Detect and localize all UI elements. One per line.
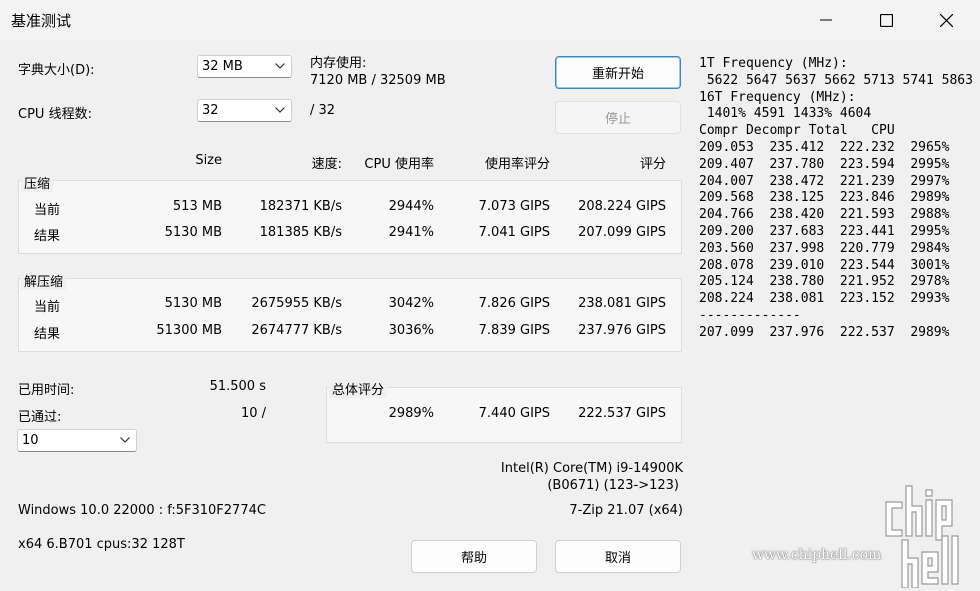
log-line: 209.407 237.780 223.594 2995% <box>699 156 950 172</box>
row-label: 当前 <box>34 300 61 315</box>
cell-speed: 182371 KB/s <box>259 199 342 214</box>
os-info: Windows 10.0 22000 : f:5F310F2774C <box>18 503 266 518</box>
arch-info: x64 6.B701 cpus:32 128T <box>18 537 185 552</box>
benchmark-log: 1T Frequency (MHz): 5622 5647 5637 5662 … <box>699 56 973 342</box>
passed-value: 10 / <box>240 406 266 421</box>
cell-size: 5130 MB <box>164 296 222 311</box>
cell-usage-rating: 7.826 GIPS <box>478 296 550 311</box>
passes-select[interactable]: 10 <box>17 429 137 452</box>
watermark-text: www.chiphell.com <box>752 547 882 563</box>
threads-label: CPU 线程数: <box>18 107 92 122</box>
memory-label: 内存使用: <box>310 56 367 71</box>
cell-usage-rating: 7.839 GIPS <box>478 323 550 338</box>
log-line: ------------- <box>699 307 801 323</box>
log-line: 209.053 235.412 222.232 2965% <box>699 139 950 155</box>
minimize-button[interactable] <box>796 0 856 40</box>
log-line: Compr Decompr Total CPU <box>699 123 895 139</box>
compress-group <box>18 180 682 254</box>
log-line: 1T Frequency (MHz): <box>699 56 848 71</box>
cell-rating: 237.976 GIPS <box>578 323 666 338</box>
cell-speed: 181385 KB/s <box>259 225 342 240</box>
total-label: 总体评分 <box>329 379 388 398</box>
log-line: 207.099 237.976 222.537 2989% <box>699 324 950 340</box>
log-line: 208.078 239.010 223.544 3001% <box>699 257 950 273</box>
cancel-button[interactable]: 取消 <box>555 540 681 573</box>
threads-max: / 32 <box>310 103 336 118</box>
memory-value: 7120 MB / 32509 MB <box>310 73 446 88</box>
cell-rating: 238.081 GIPS <box>578 296 666 311</box>
close-button[interactable] <box>916 0 976 40</box>
cell-speed: 2674777 KB/s <box>251 323 342 338</box>
cpu-id: (B0671) (123->123) <box>547 478 679 493</box>
total-cpu: 2989% <box>388 406 434 421</box>
help-button[interactable]: 帮助 <box>411 540 537 573</box>
log-line: 208.224 238.081 223.152 2993% <box>699 291 950 307</box>
header-cpu-usage: CPU 使用率 <box>364 157 434 172</box>
threads-value: 32 <box>202 103 219 118</box>
passed-label: 已通过: <box>18 410 62 425</box>
cpu-name: Intel(R) Core(TM) i9-14900K <box>500 461 683 476</box>
header-speed: 速度: <box>311 157 342 172</box>
cell-cpu: 2944% <box>388 199 434 214</box>
cell-size: 513 MB <box>172 199 222 214</box>
total-usage-rating: 7.440 GIPS <box>478 406 550 421</box>
header-size: Size <box>195 153 222 168</box>
log-line: 16T Frequency (MHz): <box>699 89 856 105</box>
cell-cpu: 3036% <box>388 323 434 338</box>
close-icon <box>939 13 953 27</box>
log-line: 5622 5647 5637 5662 5713 5741 5863 <box>699 72 973 88</box>
cell-usage-rating: 7.073 GIPS <box>478 199 550 214</box>
chiphell-logo <box>885 485 959 588</box>
decompress-label: 解压缩 <box>21 271 67 290</box>
maximize-button[interactable] <box>856 0 916 40</box>
cell-rating: 208.224 GIPS <box>578 199 666 214</box>
cell-size: 51300 MB <box>156 323 222 338</box>
cell-cpu: 2941% <box>388 225 434 240</box>
cell-rating: 207.099 GIPS <box>578 225 666 240</box>
row-label: 结果 <box>34 229 61 244</box>
elapsed-label: 已用时间: <box>18 383 75 398</box>
cell-size: 5130 MB <box>164 225 222 240</box>
dict-size-select[interactable]: 32 MB <box>197 55 292 78</box>
restart-button[interactable]: 重新开始 <box>555 56 681 89</box>
passes-value: 10 <box>22 433 39 448</box>
dict-size-label: 字典大小(D): <box>18 63 95 78</box>
minimize-icon <box>820 19 832 21</box>
cell-usage-rating: 7.041 GIPS <box>478 225 550 240</box>
cell-cpu: 3042% <box>388 296 434 311</box>
compress-label: 压缩 <box>21 173 54 192</box>
log-line: 209.568 238.125 223.846 2989% <box>699 190 950 206</box>
chevron-down-icon <box>275 107 285 113</box>
header-rating: 评分 <box>639 157 666 172</box>
total-rating: 222.537 GIPS <box>578 406 666 421</box>
stop-button[interactable]: 停止 <box>555 101 681 134</box>
maximize-icon <box>879 13 893 27</box>
elapsed-value: 51.500 s <box>209 379 266 394</box>
log-line: 205.124 238.780 221.952 2978% <box>699 274 950 290</box>
log-line: 209.200 237.683 223.441 2995% <box>699 223 950 239</box>
window-title: 基准测试 <box>11 12 72 30</box>
chevron-down-icon <box>275 63 285 69</box>
threads-select[interactable]: 32 <box>197 99 292 122</box>
log-line: 203.560 237.998 220.779 2984% <box>699 240 950 256</box>
log-line: 1401% 4591 1433% 4604 <box>699 106 872 122</box>
row-label: 当前 <box>34 203 61 218</box>
chevron-down-icon <box>120 437 130 443</box>
header-usage-rating: 使用率评分 <box>484 157 550 172</box>
decompress-group <box>18 278 682 352</box>
dict-size-value: 32 MB <box>202 59 243 74</box>
row-label: 结果 <box>34 327 61 342</box>
log-line: 204.007 238.472 221.239 2997% <box>699 173 950 189</box>
cell-speed: 2675955 KB/s <box>251 296 342 311</box>
version-info: 7-Zip 21.07 (x64) <box>569 503 683 518</box>
log-line: 204.766 238.420 221.593 2988% <box>699 207 950 223</box>
